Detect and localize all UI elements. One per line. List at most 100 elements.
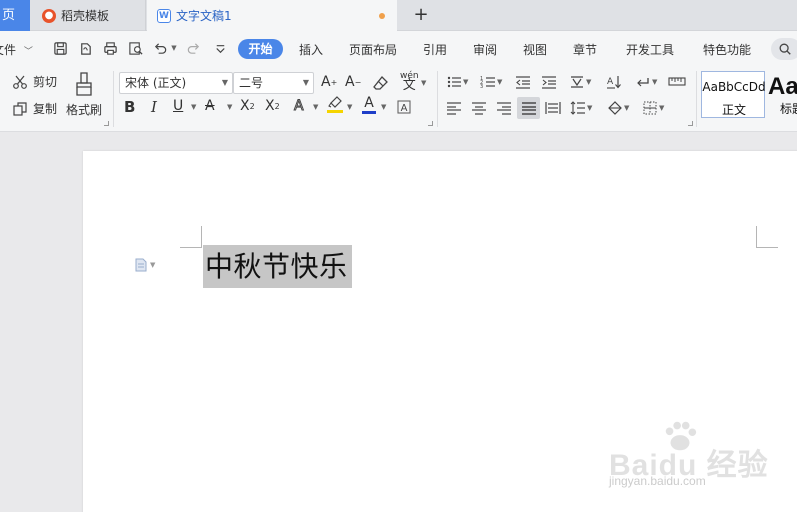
align-right-button[interactable] <box>496 100 512 116</box>
file-menu[interactable]: 文件 ﹀ <box>0 41 39 58</box>
tab-home[interactable]: 页 <box>0 0 30 31</box>
align-right-icon <box>497 102 511 115</box>
borders-button[interactable]: ▼ <box>642 100 664 116</box>
menu-review-tab[interactable]: 审阅 <box>473 41 497 58</box>
align-left-button[interactable] <box>446 100 462 116</box>
font-name-value: 宋体 (正文) <box>125 76 187 90</box>
chevron-down-icon: ▼ <box>586 78 592 86</box>
chevron-down-icon[interactable]: ▼ <box>421 79 426 87</box>
shrink-font-button[interactable]: A − <box>345 74 361 90</box>
ribbon-home: 剪切 复制 格式刷 宋体 (正文) ▼ 二号 ▼ A + A − wén 文 ▼ B… <box>0 67 797 132</box>
chevron-down-icon[interactable]: ▼ <box>227 103 232 111</box>
undo-icon[interactable] <box>152 40 168 56</box>
chinese-layout-button[interactable]: ▼ <box>569 74 591 90</box>
borders-icon <box>643 101 657 115</box>
menu-developer-tab[interactable]: 开发工具 <box>626 41 674 58</box>
superscript-button[interactable]: X2 <box>240 98 255 114</box>
line-spacing-button[interactable]: ▼ <box>570 100 592 116</box>
distributed-button[interactable] <box>545 100 561 116</box>
tab-docer-templates[interactable]: ● 稻壳模板 <box>30 0 146 31</box>
char-border-button[interactable]: A <box>396 99 412 115</box>
format-painter-button[interactable]: 格式刷 <box>66 71 102 118</box>
clear-format-button[interactable] <box>373 75 389 91</box>
show-hide-marks-button[interactable]: ▼ <box>635 74 657 90</box>
align-center-button[interactable] <box>471 100 487 116</box>
sort-icon: A <box>607 76 621 89</box>
file-menu-label: 文件 <box>0 43 17 57</box>
font-size-select[interactable]: 二号 ▼ <box>233 72 314 94</box>
chevron-down-icon[interactable]: ▼ <box>313 103 318 111</box>
sort-button[interactable]: A <box>606 74 622 90</box>
document-selected-text[interactable]: 中秋节快乐 <box>203 245 352 288</box>
export-pdf-icon[interactable] <box>77 40 93 56</box>
search-icon <box>779 43 791 55</box>
menu-view-tab[interactable]: 视图 <box>523 41 547 58</box>
underline-button[interactable]: U <box>173 98 183 114</box>
format-painter-icon <box>76 72 92 96</box>
table-tools-button[interactable] <box>668 74 686 90</box>
search-button[interactable] <box>771 38 797 60</box>
style-heading[interactable]: Aa 标题 <box>766 71 797 118</box>
chevron-down-icon[interactable]: ▼ <box>191 103 196 111</box>
bullets-button[interactable]: ▼ <box>446 74 468 90</box>
docer-icon: ● <box>42 8 56 23</box>
paragraph-layout-marker[interactable]: ▼ <box>135 258 159 272</box>
tab-bar: 页 ● 稻壳模板 W 文字文稿1 + <box>0 0 797 31</box>
strikethrough-button[interactable]: A <box>205 98 215 114</box>
style-heading-sample: Aa <box>768 73 797 100</box>
new-tab-button[interactable]: + <box>411 5 431 25</box>
document-canvas[interactable]: ▼ 中秋节快乐 Baidu 经验 jingyan.baidu.com <box>0 132 797 512</box>
italic-button[interactable]: I <box>151 98 157 116</box>
print-icon[interactable] <box>102 40 118 56</box>
customize-toolbar-icon[interactable] <box>212 40 228 56</box>
style-normal[interactable]: AaBbCcDd 正文 <box>701 71 766 118</box>
chevron-down-icon: ﹀ <box>23 47 33 57</box>
menu-special-features-tab[interactable]: 特色功能 <box>703 41 751 58</box>
menu-section-tab[interactable]: 章节 <box>573 41 597 58</box>
justify-button[interactable] <box>517 97 540 119</box>
format-painter-label: 格式刷 <box>66 103 103 117</box>
numbering-button[interactable]: 123 ▼ <box>480 74 502 90</box>
margin-corner-top-right <box>756 226 778 248</box>
font-color-button[interactable]: A <box>362 96 376 114</box>
chevron-down-icon: ▼ <box>221 78 228 87</box>
margin-corner-top-left <box>180 226 202 248</box>
chinese-layout-icon <box>571 76 583 88</box>
phonetic-guide-button[interactable]: wén 文 <box>400 71 419 92</box>
chevron-down-icon: ▼ <box>302 78 309 87</box>
print-preview-icon[interactable] <box>127 40 143 56</box>
subscript-button[interactable]: X2 <box>265 98 280 114</box>
text-effect-button[interactable]: A <box>294 98 305 115</box>
decrease-indent-button[interactable] <box>515 74 531 90</box>
eraser-icon <box>373 76 388 90</box>
clipboard-dialog-launcher[interactable] <box>104 121 109 126</box>
menu-references-tab[interactable]: 引用 <box>423 41 447 58</box>
increase-indent-button[interactable] <box>541 74 557 90</box>
line-spacing-icon <box>570 101 585 115</box>
copy-button[interactable]: 复制 <box>12 100 57 117</box>
copy-icon <box>13 101 27 116</box>
highlight-color-button[interactable] <box>327 96 343 113</box>
undo-dropdown-icon[interactable]: ▼ <box>170 40 178 56</box>
menu-insert-tab[interactable]: 插入 <box>299 41 323 58</box>
font-name-select[interactable]: 宋体 (正文) ▼ <box>119 72 233 94</box>
menu-page-layout-tab[interactable]: 页面布局 <box>349 41 397 58</box>
bullet-list-icon <box>447 76 461 88</box>
paragraph-mark-icon <box>637 78 649 87</box>
shading-button[interactable]: ▼ <box>607 100 629 116</box>
grow-font-button[interactable]: A + <box>321 74 337 90</box>
paragraph-dialog-launcher[interactable] <box>688 121 693 126</box>
redo-icon[interactable] <box>185 40 201 56</box>
chevron-down-icon[interactable]: ▼ <box>347 103 352 111</box>
menu-bar: 文件 ﹀ ▼ 开始 插入 页面布局 引用 审阅 视图 章节 开发工具 特色功能 <box>0 31 797 67</box>
menu-home-tab[interactable]: 开始 <box>238 39 283 59</box>
font-dialog-launcher[interactable] <box>428 121 433 126</box>
tab-document[interactable]: W 文字文稿1 <box>147 0 397 31</box>
cut-button[interactable]: 剪切 <box>12 73 57 90</box>
chevron-down-icon[interactable]: ▼ <box>381 103 386 111</box>
bold-button[interactable]: B <box>124 98 135 116</box>
align-justify-icon <box>521 102 536 115</box>
divider <box>113 71 114 127</box>
save-icon[interactable] <box>52 40 68 56</box>
unsaved-indicator[interactable] <box>379 13 385 19</box>
